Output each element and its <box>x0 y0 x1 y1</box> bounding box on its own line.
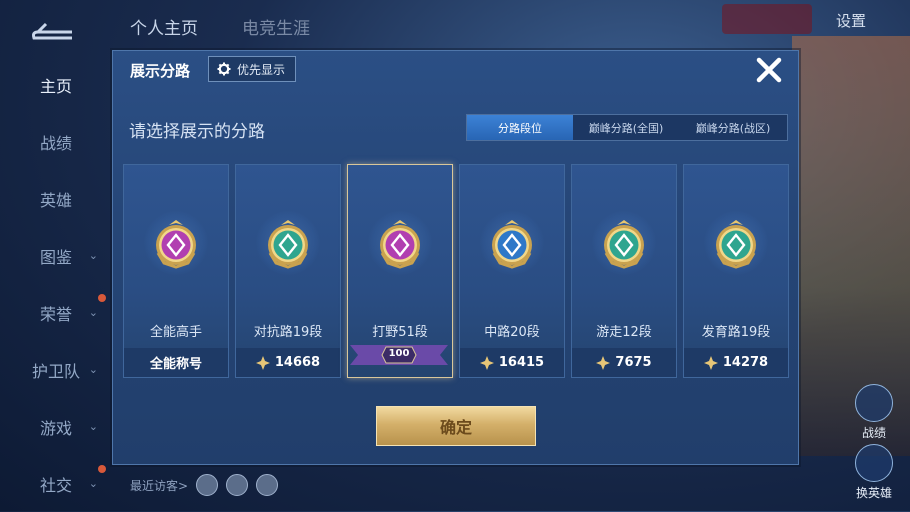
close-icon[interactable] <box>753 54 785 86</box>
star-icon <box>596 355 611 370</box>
star-icon <box>255 355 270 370</box>
chevron-down-icon: ⌄ <box>88 477 98 490</box>
battle-record-icon <box>855 384 893 422</box>
gear-icon <box>217 62 231 76</box>
lane-card[interactable]: 发育路19段 14278 <box>683 164 789 378</box>
tab-peak-national[interactable]: 巅峰分路(全国) <box>573 115 679 140</box>
chevron-down-icon: ⌄ <box>88 420 98 433</box>
lane-rank-label: 中路20段 <box>484 325 540 340</box>
tab-lane-rank-label: 分路段位 <box>498 121 542 135</box>
priority-display-label: 优先显示 <box>237 62 286 77</box>
lane-score: 14668 <box>274 355 321 370</box>
lane-score: 全能称号 <box>149 357 202 372</box>
sidebar-item[interactable]: 社交 ⌄ <box>0 455 112 512</box>
tab-profile[interactable]: 个人主页 <box>130 14 198 39</box>
tab-peak-region-label: 巅峰分路(战区) <box>695 121 771 135</box>
lane-card[interactable]: 中路20段 16415 <box>459 164 565 378</box>
change-hero-icon <box>855 444 893 482</box>
sidebar-item-label: 荣誉 <box>39 304 72 324</box>
lane-score: 16415 <box>498 355 545 370</box>
notification-dot <box>98 465 106 473</box>
sidebar-item[interactable]: 护卫队 ⌄ <box>0 341 112 398</box>
sidebar-item[interactable]: 主页 <box>0 56 112 113</box>
lane-score-bar: 14278 <box>684 348 788 377</box>
dialog-title: 展示分路 <box>130 62 191 80</box>
sidebar-item-label: 图鉴 <box>39 247 72 267</box>
visitor-avatar[interactable] <box>226 474 249 496</box>
tab-peak-national-label: 巅峰分路(全国) <box>588 121 664 135</box>
tab-peak-region[interactable]: 巅峰分路(战区) <box>679 115 787 140</box>
star-icon <box>703 355 718 370</box>
lane-rank-label: 打野51段 <box>372 325 428 340</box>
roam-emblem-icon <box>604 220 644 269</box>
lane-score: 14278 <box>722 355 769 370</box>
rank-ribbon-number: 100 <box>388 348 410 359</box>
select-lane-prompt: 请选择展示的分路 <box>129 122 265 142</box>
notification-dot <box>98 294 106 302</box>
lane-card[interactable]: 打野51段 100 <box>347 164 453 378</box>
visitor-avatar[interactable] <box>256 474 279 496</box>
lane-score: 7675 <box>615 355 652 370</box>
lane-display-dialog: 展示分路 优先显示 请选择展示的分路 分路段位 巅峰分路(全国) 巅峰分路(战区… <box>112 50 799 465</box>
recent-visitors[interactable]: 最近访客> <box>130 474 279 496</box>
lane-score-bar: 14668 <box>236 348 340 377</box>
lane-card[interactable]: 游走12段 7675 <box>571 164 677 378</box>
sidebar-item[interactable]: 荣誉 ⌄ <box>0 284 112 341</box>
back-arrow-icon[interactable] <box>28 12 76 40</box>
sidebar-item[interactable]: 游戏 ⌄ <box>0 398 112 455</box>
lane-rank-label: 游走12段 <box>596 325 652 340</box>
chevron-down-icon: ⌄ <box>88 363 98 376</box>
battle-record-side-label: 战绩 <box>861 426 886 440</box>
change-hero-side-button[interactable]: 换英雄 <box>850 444 898 501</box>
sidebar-item[interactable]: 英雄 <box>0 170 112 227</box>
recent-visitors-label: 最近访客> <box>130 478 189 493</box>
lane-score-bar: 16415 <box>460 348 564 377</box>
jungle-emblem-icon <box>380 220 420 269</box>
sidebar: 主页战绩英雄图鉴 ⌄ 荣誉 ⌄ 护卫队 ⌄ 游戏 ⌄ 社交 ⌄ <box>0 56 112 512</box>
sidebar-item-label: 英雄 <box>39 190 72 210</box>
sidebar-item-label: 护卫队 <box>31 361 80 381</box>
sidebar-item-label: 主页 <box>39 76 72 96</box>
sidebar-item-label: 战绩 <box>39 133 72 153</box>
visitor-avatar[interactable] <box>196 474 219 496</box>
sidebar-item-label: 社交 <box>39 475 72 495</box>
all-round-emblem-icon <box>156 220 196 269</box>
battle-record-side-button[interactable]: 战绩 <box>850 384 898 441</box>
change-hero-side-label: 换英雄 <box>855 486 892 500</box>
lane-type-tabs: 分路段位 巅峰分路(全国) 巅峰分路(战区) <box>466 114 788 141</box>
sidebar-item[interactable]: 图鉴 ⌄ <box>0 227 112 284</box>
settings-button[interactable]: 设置 <box>836 10 866 31</box>
sidebar-item-label: 游戏 <box>39 418 72 438</box>
star-icon <box>479 355 494 370</box>
chevron-down-icon: ⌄ <box>88 306 98 319</box>
farm-lane-emblem-icon <box>716 220 756 269</box>
lane-score-bar: 全能称号 <box>124 348 228 377</box>
sidebar-item[interactable]: 战绩 <box>0 113 112 170</box>
lane-rank-label: 发育路19段 <box>701 325 771 340</box>
lane-rank-label: 全能高手 <box>149 325 202 340</box>
lane-score-bar: 7675 <box>572 348 676 377</box>
tab-esports-career[interactable]: 电竞生涯 <box>242 14 310 39</box>
lane-rank-label: 对抗路19段 <box>253 325 323 340</box>
mid-lane-emblem-icon <box>492 220 532 269</box>
chevron-down-icon: ⌄ <box>88 249 98 262</box>
vip-banner <box>722 4 812 34</box>
clash-lane-emblem-icon <box>268 220 308 269</box>
priority-display-button[interactable]: 优先显示 <box>208 56 297 82</box>
confirm-label: 确定 <box>439 418 472 437</box>
background-tabs: 个人主页 电竞生涯 <box>130 14 310 39</box>
lane-card[interactable]: 全能高手 全能称号 <box>123 164 229 378</box>
confirm-button[interactable]: 确定 <box>376 406 536 446</box>
lane-card[interactable]: 对抗路19段 14668 <box>235 164 341 378</box>
tab-lane-rank[interactable]: 分路段位 <box>467 115 573 140</box>
